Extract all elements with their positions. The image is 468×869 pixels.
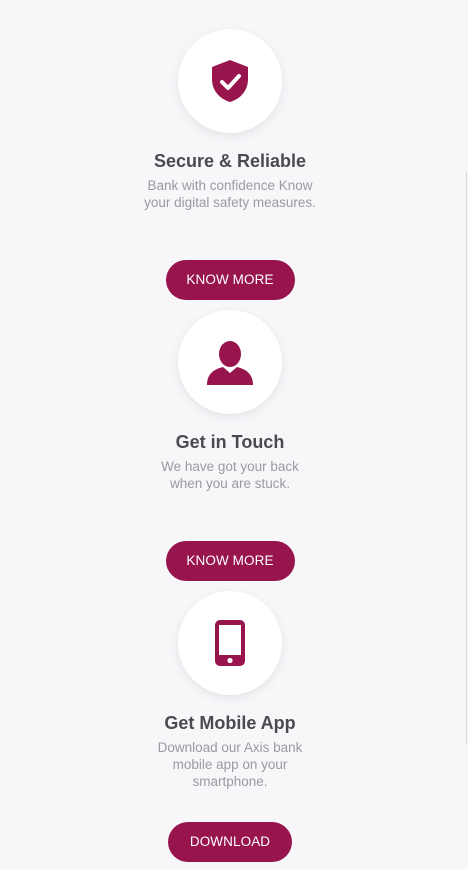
icon-circle [178,310,282,414]
download-button[interactable]: DOWNLOAD [168,822,292,862]
mobile-phone-icon [214,619,246,667]
icon-circle [178,591,282,695]
page: Secure & Reliable Bank with confidence K… [0,0,468,869]
get-mobile-app-card: Get Mobile App Download our Axis bank mo… [0,591,460,862]
card-title: Get Mobile App [164,713,296,733]
card-title: Get in Touch [175,432,285,452]
know-more-button[interactable]: KNOW MORE [165,260,295,300]
secure-reliable-card: Secure & Reliable Bank with confidence K… [0,29,460,300]
card-description: We have got your back when you are stuck… [161,459,299,491]
card-title: Secure & Reliable [153,151,307,171]
user-icon [205,339,255,385]
divider [466,172,467,744]
icon-circle [178,29,282,133]
get-in-touch-card: Get in Touch We have got your back when … [0,310,460,581]
card-description: Download our Axis bank mobile app on you… [157,740,303,789]
shield-check-icon [210,59,250,103]
card-description: Bank with confidence Know your digital s… [144,178,316,210]
know-more-button[interactable]: KNOW MORE [165,541,295,581]
